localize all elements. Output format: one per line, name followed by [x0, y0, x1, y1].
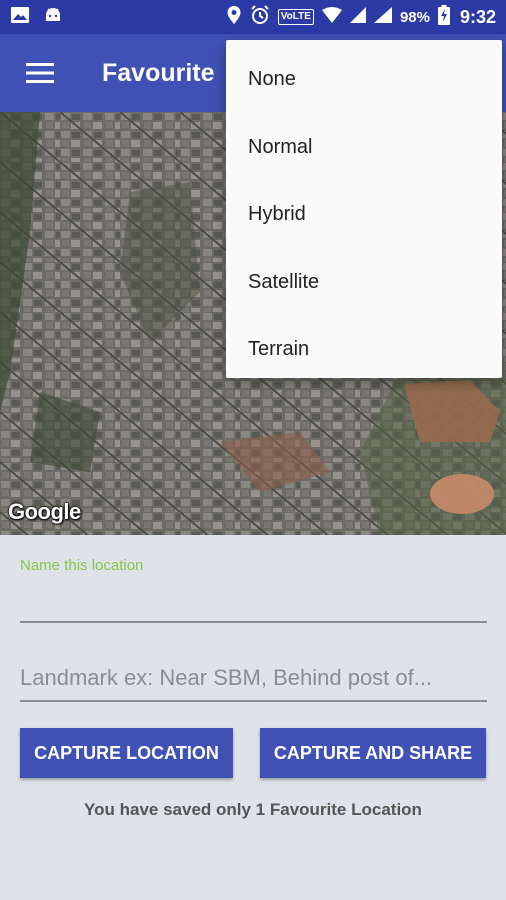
menu-item-normal[interactable]: Normal	[226, 114, 502, 182]
map-type-menu: None Normal Hybrid Satellite Terrain	[226, 40, 502, 378]
landmark-input[interactable]: Landmark ex: Near SBM, Behind post of...	[20, 665, 487, 691]
location-pin-icon	[226, 5, 242, 30]
saved-count-message: You have saved only 1 Favourite Location	[84, 800, 422, 819]
status-bar: VoLTE 98% 9:32	[0, 0, 506, 34]
google-logo: Google	[8, 499, 81, 524]
menu-item-satellite[interactable]: Satellite	[226, 249, 502, 317]
capture-and-share-button[interactable]: CAPTURE AND SHARE	[260, 728, 486, 778]
menu-item-terrain[interactable]: Terrain	[226, 316, 502, 384]
gallery-icon	[10, 6, 30, 29]
name-field-label: Name this location	[20, 557, 144, 574]
android-icon	[44, 6, 62, 29]
name-input[interactable]	[20, 621, 487, 623]
alarm-icon	[250, 4, 270, 30]
wifi-icon	[321, 6, 342, 28]
menu-item-hybrid[interactable]: Hybrid	[226, 181, 502, 249]
landmark-underline	[20, 700, 487, 702]
page-title: Favourite	[102, 58, 215, 87]
hamburger-menu-icon[interactable]	[0, 34, 80, 112]
volte-badge: VoLTE	[277, 9, 314, 25]
status-clock: 9:32	[459, 6, 496, 27]
signal-icon-2	[373, 6, 392, 28]
signal-icon-1	[349, 6, 366, 28]
menu-item-none[interactable]: None	[226, 46, 502, 114]
location-form: Name this location Landmark ex: Near SBM…	[0, 535, 506, 900]
capture-location-button[interactable]: CAPTURE LOCATION	[20, 728, 233, 778]
battery-charging-icon	[437, 4, 450, 30]
battery-percent: 98%	[399, 8, 430, 26]
